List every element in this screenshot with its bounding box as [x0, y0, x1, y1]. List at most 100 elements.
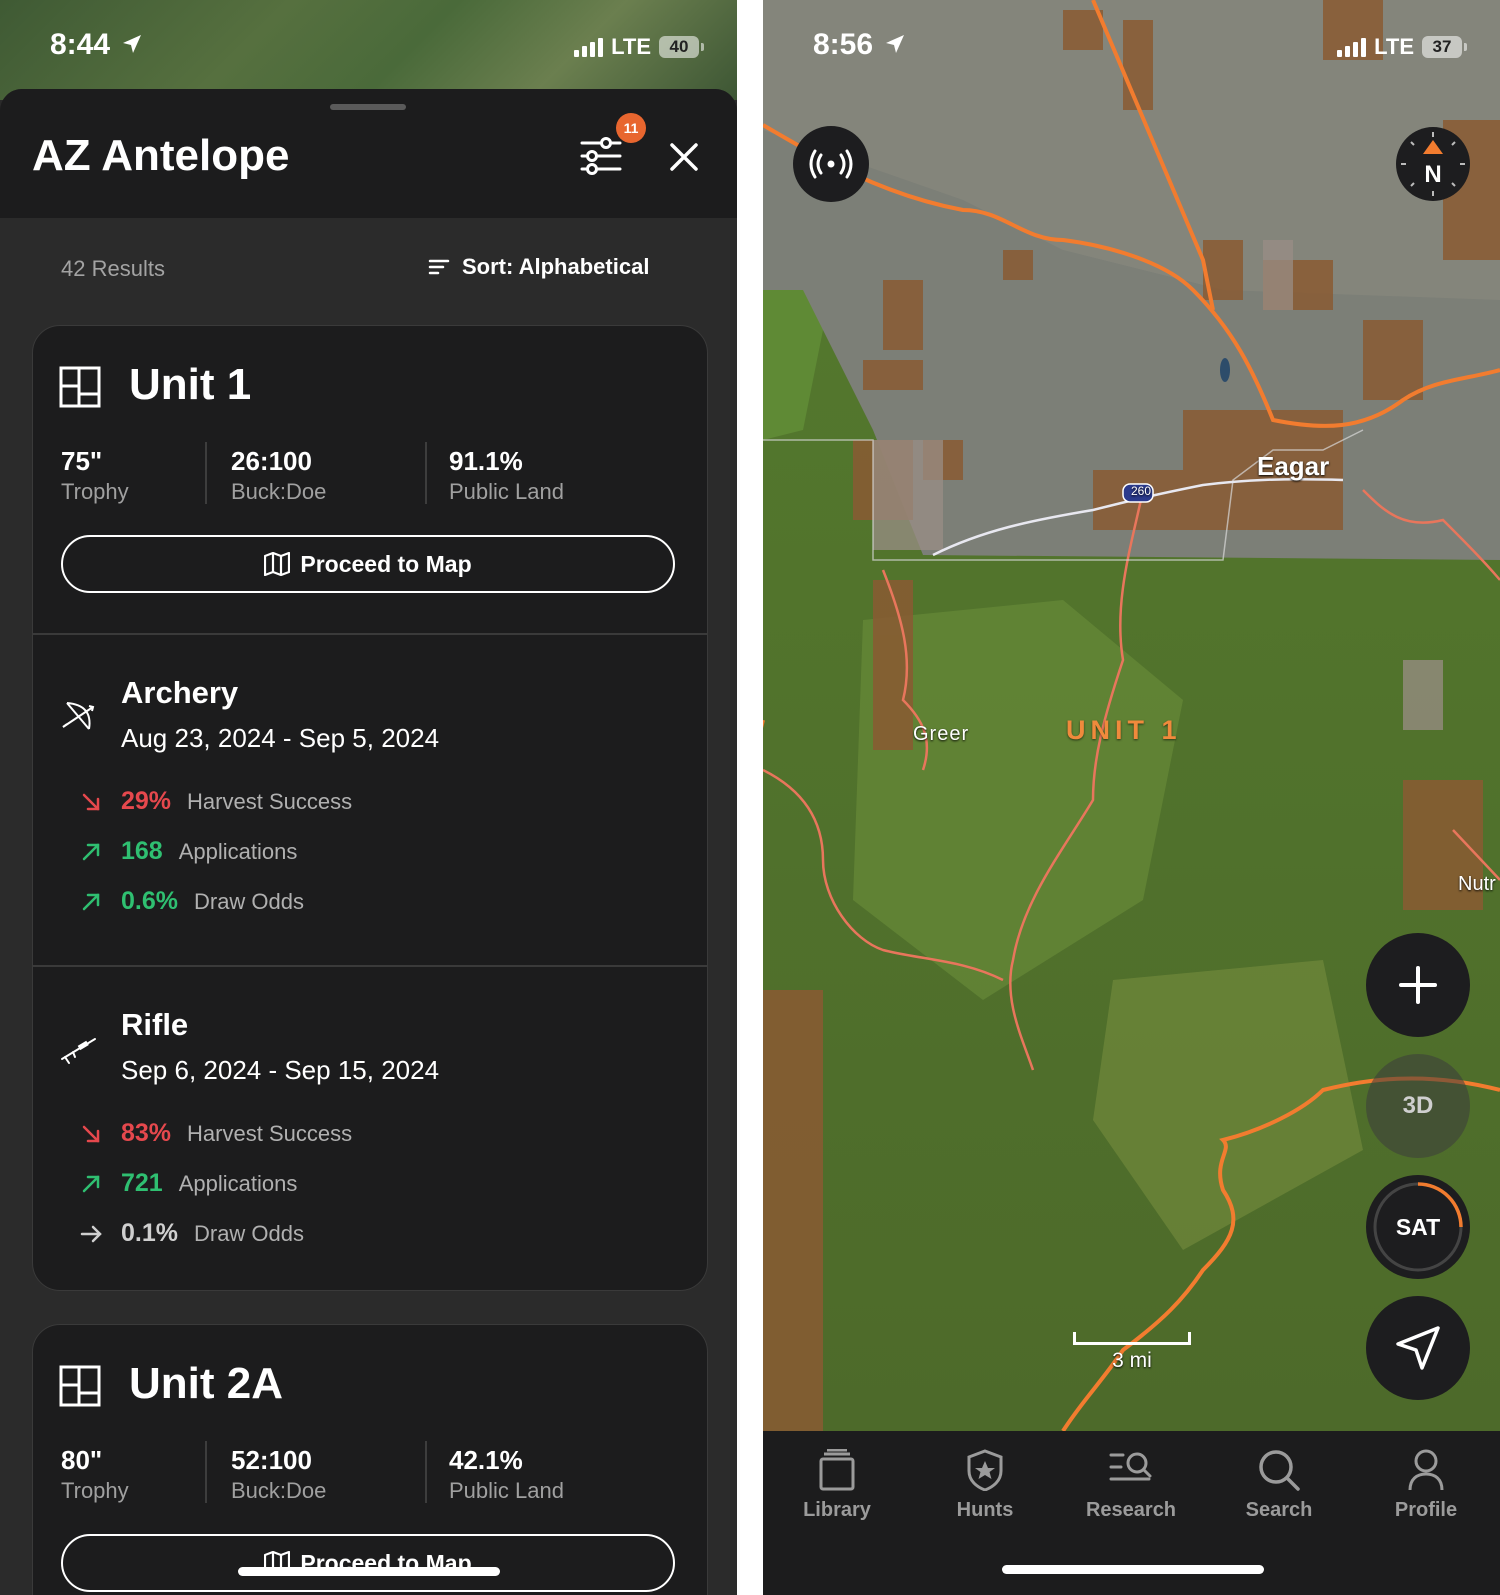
bow-arrow-icon: [62, 702, 95, 730]
town-label-nutrioso: Nutr: [1458, 873, 1496, 895]
stat-divider: [425, 442, 427, 504]
unit-title: Unit 1: [129, 360, 252, 409]
trend-flat-icon: [80, 1225, 102, 1242]
status-time: 8:44: [50, 28, 144, 62]
metric-draw-odds: 0.1% Draw Odds: [79, 1219, 304, 1248]
search-icon: [1259, 1450, 1300, 1491]
satellite-layer-button[interactable]: SAT: [1366, 1175, 1470, 1279]
close-icon[interactable]: [664, 137, 704, 177]
season-name: Rifle: [121, 1007, 189, 1042]
stat-buck-doe: 52:100 Buck:Doe: [231, 1445, 327, 1503]
trend-up-icon: [82, 843, 100, 860]
research-icon: [1109, 1452, 1152, 1481]
unit-map-label: UNIT 1: [1066, 715, 1182, 745]
stat-trophy: 75" Trophy: [61, 446, 129, 504]
my-location-button[interactable]: [1366, 1296, 1470, 1400]
tab-hunts[interactable]: Hunts: [925, 1449, 1045, 1522]
stat-public-land: 91.1% Public Land: [449, 446, 564, 504]
unit-card-header: Unit 1 75" Trophy 26:100 Buck:Doe 91.1% Pub…: [33, 326, 707, 635]
season-rifle[interactable]: Rifle Sep 6, 2024 - Sep 15, 2024 83% Harv…: [33, 967, 707, 1290]
svg-text:N: N: [1424, 161, 1441, 188]
stat-divider: [205, 1441, 207, 1503]
season-dates: Aug 23, 2024 - Sep 5, 2024: [121, 723, 440, 753]
sheet-header: AZ Antelope 11: [0, 89, 737, 218]
compass-icon[interactable]: N: [1395, 126, 1471, 202]
library-icon: [819, 1449, 855, 1491]
status-bar: 8:56 LTE 37: [763, 0, 1500, 90]
metric-harvest-success: 29% Harvest Success: [79, 787, 352, 816]
stat-buck-doe: 26:100 Buck:Doe: [231, 446, 327, 504]
trend-down-icon: [82, 793, 100, 810]
tab-search[interactable]: Search: [1219, 1449, 1339, 1522]
stat-divider: [205, 442, 207, 504]
sort-icon: [428, 259, 450, 275]
broadcast-icon: [809, 149, 853, 179]
unit-card-header: Unit 2A 80" Trophy 52:100 Buck:Doe 42.1% Pu…: [33, 1325, 707, 1595]
battery-icon: 37: [1422, 36, 1467, 58]
unit-map-icon: [59, 366, 101, 408]
filter-icon[interactable]: [578, 133, 624, 179]
stat-public-land: 42.1% Public Land: [449, 1445, 564, 1503]
metric-harvest-success: 83% Harvest Success: [79, 1119, 352, 1148]
offline-signal-button[interactable]: [793, 126, 869, 202]
tab-library[interactable]: Library: [777, 1449, 897, 1522]
filter-count-badge: 11: [616, 113, 646, 143]
plus-icon: [1399, 966, 1437, 1004]
unit-card[interactable]: Unit 1 75" Trophy 26:100 Buck:Doe 91.1% Pub…: [32, 325, 708, 1291]
sort-label: Sort: Alphabetical: [462, 254, 650, 279]
profile-icon: [1408, 1449, 1444, 1491]
right-phone-screen: 260 Eagar Greer Nutr UNIT 1 8:56 LTE 37 …: [763, 0, 1500, 1595]
results-sheet: AZ Antelope 11 42 Results Sort: Alphabet…: [0, 89, 737, 1595]
unit-card[interactable]: Unit 2A 80" Trophy 52:100 Buck:Doe 42.1% Pu…: [32, 1324, 708, 1595]
left-phone-screen: 8:44 LTE 40 AZ Antelope 11 42 Results So…: [0, 0, 737, 1595]
trend-up-icon: [82, 893, 100, 910]
town-label-greer: Greer: [913, 723, 970, 745]
signal-icon: [574, 37, 604, 57]
map-icon: [264, 552, 291, 576]
stat-trophy: 80" Trophy: [61, 1445, 129, 1503]
sheet-grabber[interactable]: [330, 104, 406, 110]
zoom-in-button[interactable]: [1366, 933, 1470, 1037]
unit-map-icon: [59, 1365, 101, 1407]
trend-up-icon: [82, 1175, 100, 1192]
signal-icon: [1337, 37, 1367, 57]
status-indicators: LTE 37: [1337, 34, 1467, 60]
season-name: Archery: [121, 675, 239, 710]
unit-title: Unit 2A: [129, 1359, 283, 1408]
sort-button[interactable]: Sort: Alphabetical: [428, 254, 649, 280]
home-indicator[interactable]: [238, 1567, 500, 1576]
network-label: LTE: [1374, 34, 1414, 59]
tab-research[interactable]: Research: [1071, 1449, 1191, 1522]
metric-draw-odds: 0.6% Draw Odds: [79, 887, 304, 916]
proceed-to-map-button[interactable]: Proceed to Map: [61, 535, 675, 593]
status-time: 8:56: [813, 28, 907, 62]
season-dates: Sep 6, 2024 - Sep 15, 2024: [121, 1055, 440, 1085]
navigation-arrow-icon: [1396, 1326, 1440, 1370]
route-number-label: 260: [1130, 484, 1152, 498]
location-arrow-icon: [123, 35, 142, 53]
shield-star-icon: [967, 1449, 1003, 1491]
proceed-to-map-button[interactable]: Proceed to Map: [61, 1534, 675, 1592]
status-indicators: LTE 40: [574, 34, 704, 60]
sat-label: SAT: [1395, 1213, 1441, 1240]
map-scale: 3 mi: [1073, 1332, 1191, 1373]
rifle-icon: [61, 1038, 96, 1064]
trend-down-icon: [82, 1125, 100, 1142]
stat-divider: [425, 1441, 427, 1503]
page-title: AZ Antelope: [32, 131, 290, 180]
battery-icon: 40: [659, 36, 704, 58]
network-label: LTE: [611, 34, 651, 59]
scale-label: 3 mi: [1112, 1349, 1152, 1372]
location-arrow-icon: [886, 35, 905, 53]
status-bar: 8:44 LTE 40: [0, 0, 737, 90]
tab-profile[interactable]: Profile: [1366, 1449, 1486, 1522]
town-label-eagar: Eagar: [1257, 451, 1330, 481]
metric-applications: 168 Applications: [79, 837, 297, 866]
three-d-button[interactable]: 3D: [1366, 1054, 1470, 1158]
season-archery[interactable]: Archery Aug 23, 2024 - Sep 5, 2024 29% Ha…: [33, 635, 707, 967]
metric-applications: 721 Applications: [79, 1169, 297, 1198]
home-indicator[interactable]: [1002, 1565, 1264, 1574]
results-toolbar: 42 Results Sort: Alphabetical: [0, 218, 737, 318]
scale-bar: [1073, 1332, 1191, 1345]
results-count: 42 Results: [61, 256, 165, 281]
